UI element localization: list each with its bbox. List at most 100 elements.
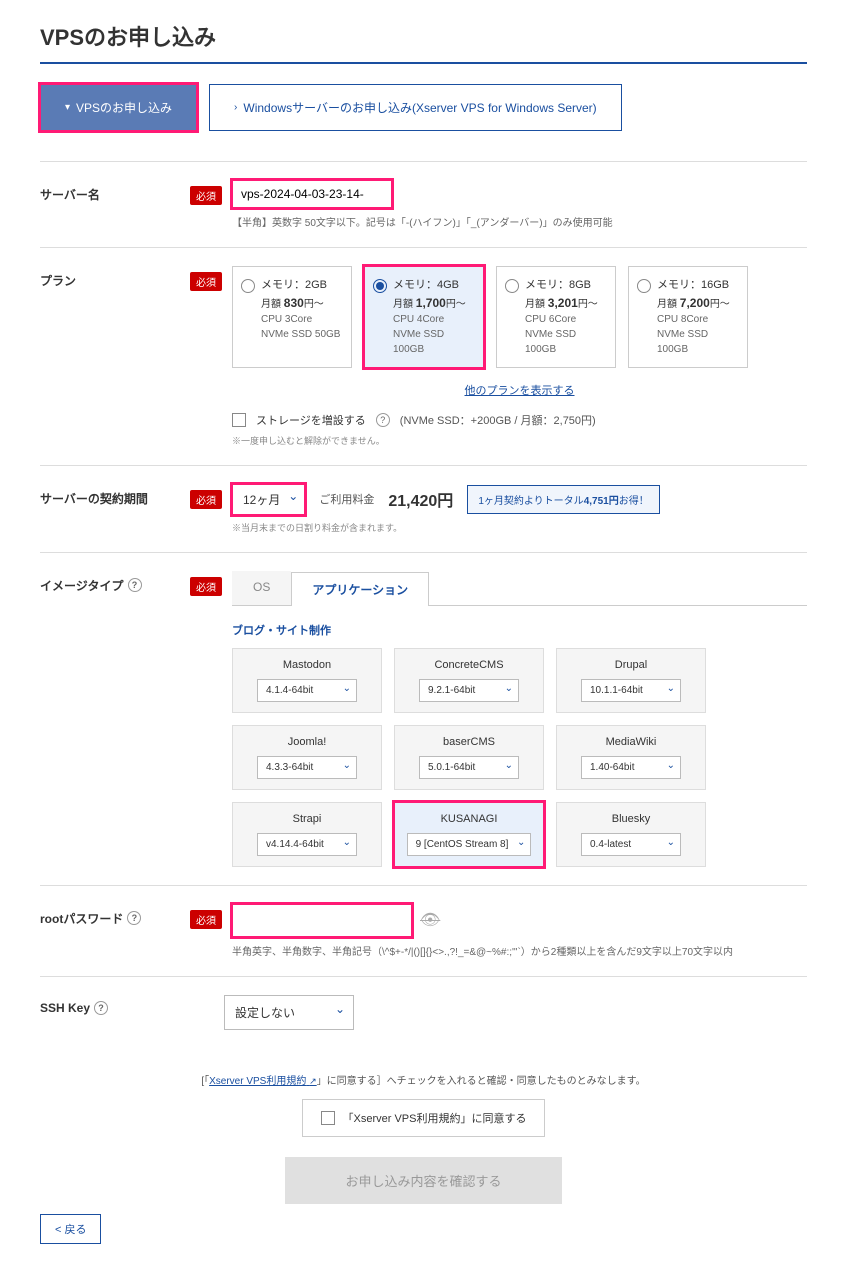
app-grid: Mastodon 4.1.4-64bit ConcreteCMS 9.2.1-64bi…	[232, 648, 807, 867]
app-version-select[interactable]: 9.2.1-64bit	[419, 679, 519, 702]
label-plan: プラン	[40, 266, 190, 289]
submit-button[interactable]: お申し込み内容を確認する	[285, 1157, 561, 1204]
tab-vps-label: VPSのお申し込み	[76, 99, 172, 116]
plan-cpu: CPU 4Core	[393, 312, 475, 327]
app-card[interactable]: KUSANAGI 9 [CentOS Stream 8]	[394, 802, 544, 867]
show-more-plans-link[interactable]: 他のプランを表示する	[465, 385, 575, 397]
app-card[interactable]: Joomla!4.3.3-64bit	[232, 725, 382, 790]
required-badge: 必須	[190, 272, 222, 291]
terms-check-label: 「Xserver VPS利用規約」に同意する	[343, 1110, 527, 1126]
app-card[interactable]: ConcreteCMS 9.2.1-64bit	[394, 648, 544, 713]
label-server-name: サーバー名	[40, 180, 190, 203]
app-version-select[interactable]: 0.4-latest	[581, 833, 681, 856]
savings-box: 1ヶ月契約よりトータル4,751円お得！	[467, 485, 659, 514]
fee-label: ご利用料金	[319, 491, 374, 507]
app-version-select[interactable]: 4.3.3-64bit	[257, 756, 357, 779]
help-icon[interactable]: ?	[128, 578, 142, 592]
terms-note: [「Xserver VPS利用規約 ↗」に同意する］へチェックを入れると確認・同…	[40, 1072, 807, 1087]
plan-card[interactable]: メモリ：2GB月額 830円～CPU 3CoreNVMe SSD 50GB	[232, 266, 352, 368]
root-password-hint: 半角英字、半角数字、半角記号（\^$+-*/|()[]{}<>.,?!_=&@~…	[232, 943, 807, 958]
tab-os[interactable]: OS	[232, 571, 291, 605]
chevron-down-icon: ▾	[65, 102, 70, 113]
plan-ssd: NVMe SSD 100GB	[657, 327, 739, 357]
app-name: Strapi	[243, 813, 371, 825]
back-button[interactable]: < 戻る	[40, 1214, 101, 1244]
help-icon[interactable]: ?	[376, 413, 390, 427]
app-name: KUSANAGI	[405, 813, 533, 825]
row-image-type: イメージタイプ ? 必須 OS アプリケーション ブログ・サイト制作 Masto…	[40, 552, 807, 885]
plan-ssd: NVMe SSD 100GB	[525, 327, 607, 357]
help-icon[interactable]: ?	[94, 1001, 108, 1015]
plan-card[interactable]: メモリ：4GB月額 1,700円～CPU 4CoreNVMe SSD 100GB	[364, 266, 484, 368]
tab-application[interactable]: アプリケーション	[291, 572, 429, 606]
terms-agree-box[interactable]: 「Xserver VPS利用規約」に同意する	[302, 1099, 546, 1137]
terms-checkbox[interactable]	[321, 1111, 335, 1125]
server-name-input[interactable]	[232, 180, 392, 208]
page-title: VPSのお申し込み	[40, 0, 807, 64]
radio-icon	[505, 279, 519, 293]
plan-memory: メモリ：8GB	[525, 277, 607, 294]
required-badge: 必須	[190, 490, 222, 509]
period-note: ※当月末までの日割り料金が含まれます。	[232, 521, 807, 534]
plan-price: 月額 830円～	[261, 294, 340, 312]
app-name: MediaWiki	[567, 736, 695, 748]
radio-icon	[373, 279, 387, 293]
storage-add-label: ストレージを増設する	[256, 412, 366, 428]
app-card[interactable]: Bluesky 0.4-latest	[556, 802, 706, 867]
label-image-type: イメージタイプ ?	[40, 571, 190, 594]
eye-off-icon[interactable]: 👁	[420, 910, 440, 930]
label-period: サーバーの契約期間	[40, 484, 190, 507]
period-select[interactable]: 12ヶ月	[232, 484, 305, 515]
app-name: baserCMS	[405, 736, 533, 748]
tab-windows-label: Windowsサーバーのお申し込み(Xserver VPS for Window…	[243, 99, 596, 116]
required-badge: 必須	[190, 577, 222, 596]
app-card[interactable]: MediaWiki 1.40-64bit	[556, 725, 706, 790]
app-card[interactable]: Drupal10.1.1-64bit	[556, 648, 706, 713]
label-ssh-key: SSH Key ?	[40, 995, 190, 1015]
app-card[interactable]: Mastodon 4.1.4-64bit	[232, 648, 382, 713]
plan-memory: メモリ：2GB	[261, 277, 340, 294]
storage-note: (NVMe SSD：+200GB / 月額：2,750円)	[400, 412, 596, 428]
radio-icon	[637, 279, 651, 293]
app-category-title: ブログ・サイト制作	[232, 622, 807, 638]
plan-card[interactable]: メモリ：16GB月額 7,200円～CPU 8CoreNVMe SSD 100G…	[628, 266, 748, 368]
terms-link[interactable]: Xserver VPS利用規約 ↗	[209, 1076, 317, 1087]
ssh-key-select[interactable]: 設定しない	[224, 995, 354, 1030]
row-server-name: サーバー名 必須 【半角】英数字 50文字以下。記号は「-(ハイフン)」「_(ア…	[40, 161, 807, 247]
plan-memory: メモリ：16GB	[657, 277, 739, 294]
plan-cpu: CPU 6Core	[525, 312, 607, 327]
app-version-select[interactable]: 4.1.4-64bit	[257, 679, 357, 702]
plan-card[interactable]: メモリ：8GB月額 3,201円～CPU 6CoreNVMe SSD 100GB	[496, 266, 616, 368]
plan-price: 月額 7,200円～	[657, 294, 739, 312]
server-name-hint: 【半角】英数字 50文字以下。記号は「-(ハイフン)」「_(アンダーバー)」のみ…	[232, 214, 807, 229]
top-tab-row: ▾ VPSのお申し込み › Windowsサーバーのお申し込み(Xserver …	[40, 84, 807, 131]
row-plan: プラン 必須 メモリ：2GB月額 830円～CPU 3CoreNVMe SSD …	[40, 247, 807, 465]
plan-cpu: CPU 3Core	[261, 312, 340, 327]
plan-cpu: CPU 8Core	[657, 312, 739, 327]
app-version-select[interactable]: v4.14.4-64bit	[257, 833, 357, 856]
help-icon[interactable]: ?	[127, 911, 141, 925]
app-version-select[interactable]: 1.40-64bit	[581, 756, 681, 779]
plan-price: 月額 3,201円～	[525, 294, 607, 312]
plan-grid: メモリ：2GB月額 830円～CPU 3CoreNVMe SSD 50GBメモリ…	[232, 266, 807, 368]
app-name: ConcreteCMS	[405, 659, 533, 671]
footer-area: [「Xserver VPS利用規約 ↗」に同意する］へチェックを入れると確認・同…	[40, 1072, 807, 1204]
storage-add-checkbox[interactable]	[232, 413, 246, 427]
plan-ssd: NVMe SSD 100GB	[393, 327, 475, 357]
app-card[interactable]: Strapi v4.14.4-64bit	[232, 802, 382, 867]
app-name: Bluesky	[567, 813, 695, 825]
storage-warn: ※一度申し込むと解除ができません。	[232, 434, 807, 447]
app-version-select[interactable]: 5.0.1-64bit	[419, 756, 519, 779]
required-badge: 必須	[190, 910, 222, 929]
tab-windows[interactable]: › Windowsサーバーのお申し込み(Xserver VPS for Wind…	[209, 84, 622, 131]
row-period: サーバーの契約期間 必須 12ヶ月 ご利用料金 21,420円 1ヶ月契約よりト…	[40, 465, 807, 552]
app-name: Mastodon	[243, 659, 371, 671]
app-card[interactable]: baserCMS 5.0.1-64bit	[394, 725, 544, 790]
label-root-password: rootパスワード ?	[40, 904, 190, 927]
required-badge: 必須	[190, 186, 222, 205]
app-version-select[interactable]: 10.1.1-64bit	[581, 679, 681, 702]
plan-ssd: NVMe SSD 50GB	[261, 327, 340, 342]
app-version-select[interactable]: 9 [CentOS Stream 8]	[407, 833, 532, 856]
root-password-input[interactable]	[232, 904, 412, 937]
tab-vps[interactable]: ▾ VPSのお申し込み	[40, 84, 197, 131]
